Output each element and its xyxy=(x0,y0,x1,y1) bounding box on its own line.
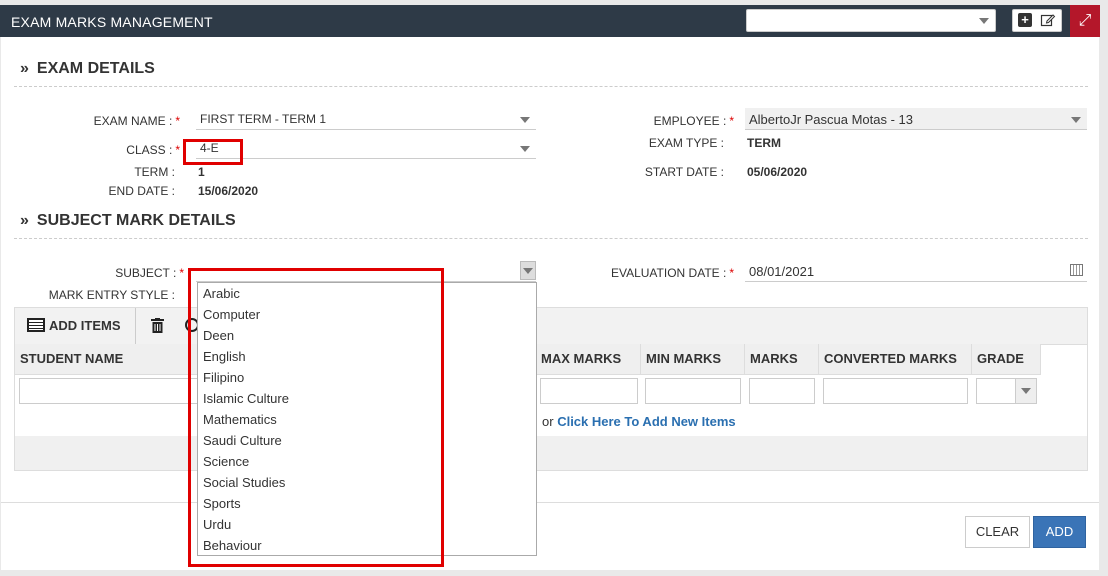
employee-select[interactable]: AlbertoJr Pascua Motas - 13 xyxy=(745,108,1087,130)
plus-square-icon[interactable]: + xyxy=(1018,13,1032,27)
evaluation-date-label: EVALUATION DATE : * xyxy=(590,266,734,280)
exam-name-label: EXAM NAME : * xyxy=(60,114,180,128)
chevron-down-icon xyxy=(520,146,530,152)
highlight-box-subject-list xyxy=(188,268,444,567)
add-new-items-row: or Click Here To Add New Items xyxy=(542,414,736,429)
max-marks-input[interactable] xyxy=(540,378,638,404)
subject-label: SUBJECT : * xyxy=(60,266,184,280)
subject-dropdown-toggle[interactable] xyxy=(520,261,536,280)
items-grid: ADD ITEMS STUDENT NAME MAX MARKS MIN MAR… xyxy=(14,307,1088,471)
chevron-down-icon xyxy=(1071,117,1081,123)
required-mark: * xyxy=(175,143,180,157)
chevron-down-icon xyxy=(523,268,533,274)
footer-divider xyxy=(1,502,1099,503)
or-text: or xyxy=(542,414,554,429)
class-select[interactable]: 4-E xyxy=(196,137,536,159)
expand-button[interactable]: ⤢ xyxy=(1070,5,1100,37)
required-mark: * xyxy=(729,114,734,128)
mark-entry-style-label: MARK ENTRY STYLE : xyxy=(48,288,175,302)
chevron-down-icon xyxy=(979,18,989,24)
divider xyxy=(14,86,1088,87)
grid-toolbar: ADD ITEMS xyxy=(15,308,1087,345)
evaluation-date-input[interactable]: 08/01/2021 xyxy=(745,260,1087,282)
evaluation-date-label-text: EVALUATION DATE : xyxy=(610,266,727,280)
converted-marks-input[interactable] xyxy=(823,378,968,404)
required-mark: * xyxy=(729,266,734,280)
term-value: 1 xyxy=(198,165,205,179)
subject-details-title: » SUBJECT MARK DETAILS xyxy=(20,212,236,230)
marks-input[interactable] xyxy=(749,378,815,404)
required-mark: * xyxy=(179,266,184,280)
employee-label: EMPLOYEE : * xyxy=(600,114,734,128)
employee-value: AlbertoJr Pascua Motas - 13 xyxy=(749,112,914,127)
column-header: MIN MARKS xyxy=(641,344,745,374)
end-date-value: 15/06/2020 xyxy=(198,184,259,198)
end-date-label: END DATE : xyxy=(108,184,175,198)
column-header: MARKS xyxy=(745,344,819,374)
exam-name-label-text: EXAM NAME : xyxy=(93,114,173,128)
exam-type-label: EXAM TYPE : xyxy=(648,136,724,150)
exam-type-value: TERM xyxy=(747,136,781,150)
exam-name-select[interactable]: FIRST TERM - TERM 1 xyxy=(196,108,536,130)
toolbar-icons: + xyxy=(1012,9,1062,32)
double-chevron-icon: » xyxy=(20,212,29,229)
grid-footer xyxy=(15,436,1087,470)
page-title: EXAM MARKS MANAGEMENT xyxy=(11,14,213,30)
start-date-value: 05/06/2020 xyxy=(747,165,808,179)
add-new-items-link[interactable]: Click Here To Add New Items xyxy=(557,414,735,429)
column-header: CONVERTED MARKS xyxy=(819,344,972,374)
edit-icon[interactable] xyxy=(1040,12,1056,28)
expand-icon: ⤢ xyxy=(1078,12,1092,29)
add-button[interactable]: ADD xyxy=(1033,516,1086,548)
chevron-down-icon xyxy=(1021,388,1031,394)
column-header: MAX MARKS xyxy=(536,344,641,374)
term-label: TERM : xyxy=(134,165,175,179)
exam-details-title-text: EXAM DETAILS xyxy=(36,60,155,77)
class-label-text: CLASS : xyxy=(126,143,173,157)
employee-label-text: EMPLOYEE : xyxy=(653,114,727,128)
exam-name-value: FIRST TERM - TERM 1 xyxy=(200,112,327,126)
calendar-icon[interactable] xyxy=(1070,264,1083,276)
column-header: GRADE xyxy=(972,344,1041,374)
double-chevron-icon: » xyxy=(20,60,29,77)
subject-label-text: SUBJECT : xyxy=(115,266,177,280)
grade-select[interactable] xyxy=(976,378,1037,404)
delete-icon[interactable] xyxy=(151,318,164,333)
subject-details-title-text: SUBJECT MARK DETAILS xyxy=(36,212,236,229)
toolbar-divider xyxy=(135,308,136,344)
class-label: CLASS : * xyxy=(60,143,180,157)
highlight-box-class xyxy=(183,139,243,165)
clear-button[interactable]: CLEAR xyxy=(965,516,1030,548)
start-date-label: START DATE : xyxy=(644,165,724,179)
exam-details-title: » EXAM DETAILS xyxy=(20,60,155,78)
chevron-down-icon xyxy=(520,117,530,123)
top-select[interactable] xyxy=(746,9,996,32)
title-bar: EXAM MARKS MANAGEMENT + ⤢ xyxy=(0,5,1100,37)
min-marks-input[interactable] xyxy=(645,378,741,404)
evaluation-date-value: 08/01/2021 xyxy=(749,264,815,279)
grade-dropdown-toggle[interactable] xyxy=(1015,379,1036,403)
required-mark: * xyxy=(175,114,180,128)
divider xyxy=(14,238,1088,239)
list-icon xyxy=(27,318,45,332)
add-items-label: ADD ITEMS xyxy=(49,318,121,333)
